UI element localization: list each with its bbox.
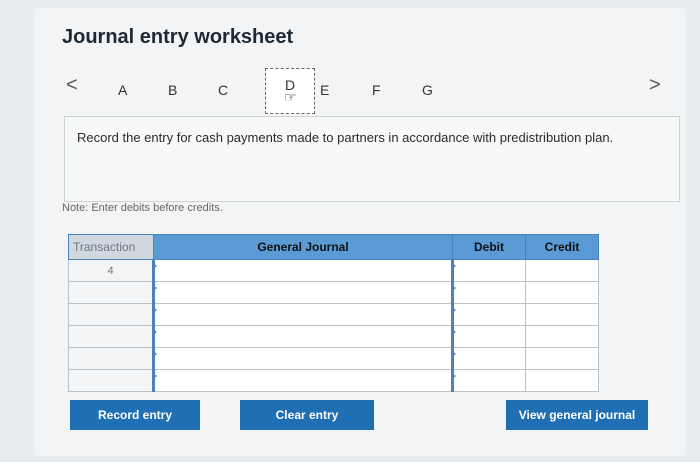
journal-worksheet-panel: Journal entry worksheet < A B C D ☞ E F … [34,8,686,456]
pointer-hand-icon: ☞ [284,89,297,105]
table-row [68,281,599,304]
tab-g[interactable]: G [422,82,433,98]
transaction-cell [68,303,154,326]
debit-input[interactable] [451,303,526,326]
general-journal-input[interactable] [152,259,453,282]
page-title: Journal entry worksheet [62,26,294,48]
debit-input[interactable] [451,347,526,370]
tab-a[interactable]: A [118,82,127,98]
table-row [68,303,599,326]
transaction-cell [68,281,154,304]
record-entry-button[interactable]: Record entry [70,400,200,430]
debit-input[interactable] [451,369,526,392]
instruction-box: Record the entry for cash payments made … [64,116,680,202]
debit-input[interactable] [451,325,526,348]
transaction-cell [68,347,154,370]
debit-input[interactable] [451,259,526,282]
general-journal-input[interactable] [152,281,453,304]
column-header-debit: Debit [452,234,526,260]
table-row [68,369,599,392]
view-general-journal-button[interactable]: View general journal [506,400,648,430]
credit-input[interactable] [525,259,599,282]
table-row: 4 [68,259,599,282]
clear-entry-button[interactable]: Clear entry [240,400,374,430]
column-header-credit: Credit [525,234,599,260]
note-text: Note: Enter debits before credits. [62,202,223,214]
general-journal-input[interactable] [152,325,453,348]
table-row [68,325,599,348]
credit-input[interactable] [525,303,599,326]
credit-input[interactable] [525,325,599,348]
column-header-general-journal: General Journal [153,234,453,260]
journal-table: Transaction General Journal Debit Credit… [68,234,599,392]
transaction-cell [68,325,154,348]
credit-input[interactable] [525,281,599,304]
tab-d[interactable]: D ☞ [265,68,315,114]
table-header-row: Transaction General Journal Debit Credit [68,234,599,260]
general-journal-input[interactable] [152,303,453,326]
tab-b[interactable]: B [168,82,177,98]
credit-input[interactable] [525,347,599,370]
general-journal-input[interactable] [152,347,453,370]
column-header-transaction: Transaction [68,234,154,260]
prev-arrow-icon[interactable]: < [66,74,78,97]
tab-strip: < A B C D ☞ E F G > [54,68,684,114]
next-arrow-icon[interactable]: > [649,74,661,97]
transaction-cell: 4 [68,259,154,282]
table-row [68,347,599,370]
credit-input[interactable] [525,369,599,392]
tab-c[interactable]: C [218,82,228,98]
general-journal-input[interactable] [152,369,453,392]
tab-e[interactable]: E [320,82,329,98]
tab-f[interactable]: F [372,82,381,98]
transaction-cell [68,369,154,392]
debit-input[interactable] [451,281,526,304]
